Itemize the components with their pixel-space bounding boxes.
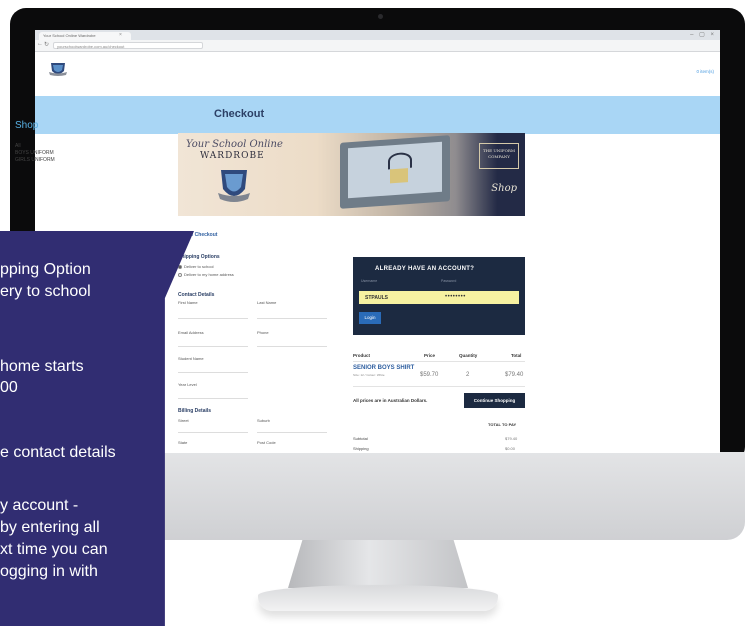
laptop-photo: [340, 135, 450, 209]
overlay-line: ogging in with: [0, 563, 98, 580]
overlay-line: ery to school: [0, 283, 91, 300]
state-label: State: [178, 440, 188, 445]
sidebar-title: Shop: [15, 120, 39, 131]
browser-tab[interactable]: Your School Online Wardrobe: [39, 32, 131, 40]
year-level-field[interactable]: [178, 398, 248, 399]
hanger-icon: [388, 151, 412, 170]
info-overlay-panel: pping Option ery to school home starts 0…: [0, 231, 194, 626]
table-divider: [353, 361, 525, 362]
shipping-value: $0.00: [505, 446, 516, 451]
page-title: Checkout: [214, 108, 265, 120]
overlay-line: e contact details: [0, 444, 116, 461]
page-title-banner: Checkout: [35, 96, 720, 134]
tab-title: Your School Online Wardrobe: [43, 33, 96, 38]
monitor-stand-base: [258, 585, 498, 611]
login-credentials-row: STPAULS ••••••••: [359, 291, 519, 304]
sidebar-item-girls-uniform[interactable]: GIRLS UNIFORM: [15, 157, 55, 163]
address-bar: ← ↻ yourschoolwardrobe.com.au/checkout: [35, 40, 720, 52]
last-name-field[interactable]: [257, 318, 327, 319]
street-label: Street: [178, 418, 189, 423]
school-crest-icon: [218, 170, 250, 202]
login-title: ALREADY HAVE AN ACCOUNT?: [375, 266, 475, 272]
post-code-label: Post Code: [257, 440, 276, 445]
shipping-options-heading: Shipping Options: [178, 254, 220, 260]
continue-shopping-button[interactable]: Continue Shopping: [464, 393, 525, 408]
subtotal-value: $79.40: [505, 436, 518, 441]
back-arrow-icon[interactable]: ←: [37, 41, 43, 47]
suburb-label: Suburb: [257, 418, 270, 423]
first-name-field[interactable]: [178, 318, 248, 319]
col-product: Product: [353, 353, 371, 358]
password-label: Password: [441, 279, 457, 283]
sidebar-item-boys-uniform[interactable]: BOYS UNIFORM: [15, 150, 54, 156]
table-divider: [353, 386, 525, 387]
shipping-option-home[interactable]: Deliver to my home address: [178, 272, 234, 277]
overlay-line: by entering all: [0, 519, 100, 536]
site-header: 0 item(s): [35, 52, 720, 96]
password-input[interactable]: ••••••••: [445, 294, 466, 300]
total-to-pay-heading: TOTAL TO PAY: [488, 422, 517, 427]
window-controls[interactable]: – ▢ ×: [690, 31, 716, 38]
product-quantity[interactable]: 2: [466, 372, 469, 378]
col-quantity: Quantity: [459, 353, 478, 358]
overlay-line: 00: [0, 379, 18, 396]
hero-banner: Your School Online WARDROBE THE UNIFORM …: [178, 133, 525, 216]
billing-details-heading: Billing Details: [178, 408, 212, 414]
street-field[interactable]: [178, 432, 248, 433]
cart-link[interactable]: 0 item(s): [696, 69, 714, 74]
monitor-stand-neck: [288, 540, 468, 588]
shipping-label: Shipping: [353, 446, 369, 451]
tab-close-icon[interactable]: ×: [119, 32, 122, 38]
overlay-line: xt time you can: [0, 541, 108, 558]
username-input[interactable]: STPAULS: [365, 295, 388, 301]
uniform-company-badge: THE UNIFORM COMPANY: [479, 143, 519, 169]
currency-note: All prices are in Australian Dollars.: [353, 398, 428, 403]
hero-brand: WARDROBE: [200, 151, 265, 161]
product-price: $59.70: [420, 372, 439, 378]
hero-shop-script: Shop: [491, 183, 517, 194]
tag-icon: [390, 168, 408, 184]
product-total: $79.40: [505, 372, 524, 378]
tab-bar: Your School Online Wardrobe × – ▢ ×: [35, 30, 720, 40]
refresh-icon[interactable]: ↻: [44, 41, 49, 48]
product-name[interactable]: SENIOR BOYS SHIRT: [353, 365, 414, 371]
login-panel: ALREADY HAVE AN ACCOUNT? Username Passwo…: [353, 257, 525, 335]
phone-field[interactable]: [257, 346, 327, 347]
sidebar-item-all[interactable]: All: [15, 143, 21, 149]
login-button[interactable]: Login: [359, 312, 381, 324]
product-variant: Size: 12 / Colour: White: [353, 373, 385, 377]
col-total: Total: [511, 353, 522, 358]
hero-script-text: Your School Online: [186, 139, 283, 150]
col-price: Price: [424, 353, 436, 358]
subtotal-label: Subtotal: [353, 436, 368, 441]
email-field[interactable]: [178, 346, 248, 347]
radio-icon[interactable]: [178, 272, 182, 277]
webcam-icon: [378, 14, 383, 19]
school-crest-icon[interactable]: [49, 61, 67, 77]
laptop-screen: [348, 141, 442, 199]
email-label: Email Address: [178, 330, 204, 335]
phone-label: Phone: [257, 330, 269, 335]
first-name-label: First Name: [178, 300, 198, 305]
contact-details-heading: Contact Details: [178, 292, 215, 298]
username-label: Username: [361, 279, 378, 283]
url-input[interactable]: yourschoolwardrobe.com.au/checkout: [53, 42, 203, 49]
overlay-line: pping Option: [0, 261, 91, 278]
last-name-label: Last Name: [257, 300, 277, 305]
shipping-option-school[interactable]: Deliver to school: [178, 264, 214, 269]
student-name-label: Student Name: [178, 356, 204, 361]
student-name-field[interactable]: [178, 372, 248, 373]
overlay-line: home starts: [0, 358, 84, 375]
suburb-field[interactable]: [257, 432, 327, 433]
overlay-line: y account -: [0, 497, 79, 514]
year-level-label: Year Level: [178, 382, 197, 387]
